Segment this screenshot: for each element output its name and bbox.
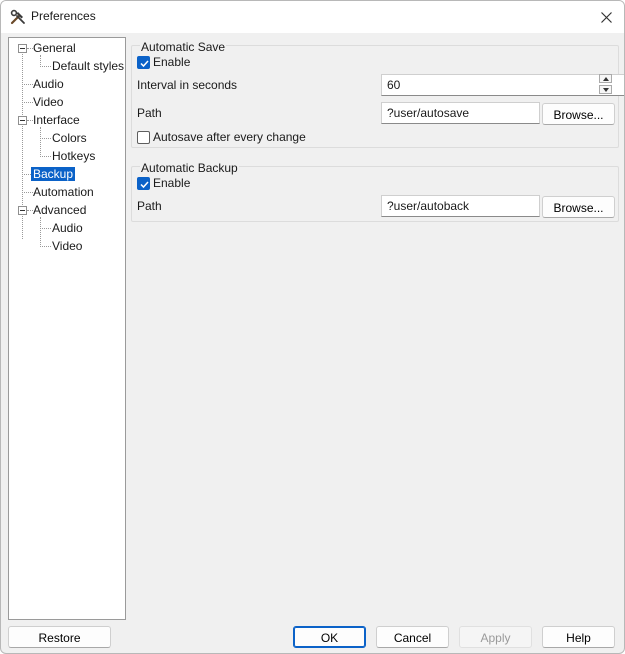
triangle-up-icon — [602, 76, 609, 81]
check-icon — [140, 60, 149, 68]
expander-advanced[interactable] — [18, 206, 27, 215]
tree-item-audio[interactable]: Audio — [31, 75, 66, 93]
preferences-window: Preferences General Default styles Audio — [0, 0, 625, 654]
automatic-backup-title: Automatic Backup — [140, 161, 239, 175]
cancel-button[interactable]: Cancel — [376, 626, 449, 648]
autosave-enable-checkbox[interactable] — [137, 56, 150, 69]
automatic-save-title: Automatic Save — [140, 40, 227, 54]
interval-label: Interval in seconds — [137, 78, 238, 92]
interval-spin-down[interactable] — [599, 85, 612, 94]
tree-item-colors[interactable]: Colors — [50, 129, 89, 147]
interval-spin-up[interactable] — [599, 74, 612, 83]
autosave-every-change-checkbox[interactable] — [137, 131, 150, 144]
tree-item-general[interactable]: General — [31, 39, 78, 57]
check-icon — [140, 181, 149, 189]
autobackup-enable-label[interactable]: Enable — [153, 176, 190, 190]
triangle-down-icon — [602, 87, 609, 92]
tree-item-advanced-audio[interactable]: Audio — [50, 219, 85, 237]
restore-defaults-button[interactable]: Restore Defaults — [8, 626, 111, 653]
help-button[interactable]: Help — [542, 626, 615, 648]
close-button[interactable] — [594, 5, 618, 29]
autobackup-browse-button[interactable]: Browse... — [542, 196, 615, 218]
automatic-save-group: Automatic Save Enable Interval in second… — [131, 40, 624, 148]
tree-item-backup[interactable]: Backup — [31, 165, 76, 183]
autosave-enable-label[interactable]: Enable — [153, 55, 190, 69]
autobackup-path-label: Path — [137, 199, 162, 213]
automatic-backup-group: Automatic Backup Enable Path ?user/autob… — [131, 161, 619, 222]
autobackup-path-input[interactable]: ?user/autoback — [381, 195, 540, 217]
category-tree[interactable]: General Default styles Audio Video Inter… — [8, 37, 126, 620]
tree-item-interface[interactable]: Interface — [31, 111, 82, 129]
tree-item-video[interactable]: Video — [31, 93, 65, 111]
autosave-path-label: Path — [137, 106, 162, 120]
tools-icon — [10, 9, 25, 25]
autosave-path-input[interactable]: ?user/autosave — [381, 102, 540, 124]
window-title: Preferences — [31, 9, 96, 23]
tree-item-advanced-video[interactable]: Video — [50, 237, 84, 255]
expander-general[interactable] — [18, 44, 27, 53]
tree-item-advanced[interactable]: Advanced — [31, 201, 88, 219]
expander-interface[interactable] — [18, 116, 27, 125]
autosave-browse-button[interactable]: Browse... — [542, 103, 615, 125]
tree-item-hotkeys[interactable]: Hotkeys — [50, 147, 97, 165]
autobackup-enable-checkbox[interactable] — [137, 177, 150, 190]
tree-item-automation[interactable]: Automation — [31, 183, 96, 201]
autosave-every-change-label[interactable]: Autosave after every change — [153, 130, 306, 144]
tree-item-default-styles[interactable]: Default styles — [50, 57, 126, 75]
interval-input[interactable]: 60 — [381, 74, 624, 96]
title-bar[interactable]: Preferences — [1, 1, 624, 33]
close-icon — [600, 11, 612, 23]
apply-button[interactable]: Apply — [459, 626, 532, 648]
ok-button[interactable]: OK — [293, 626, 366, 648]
